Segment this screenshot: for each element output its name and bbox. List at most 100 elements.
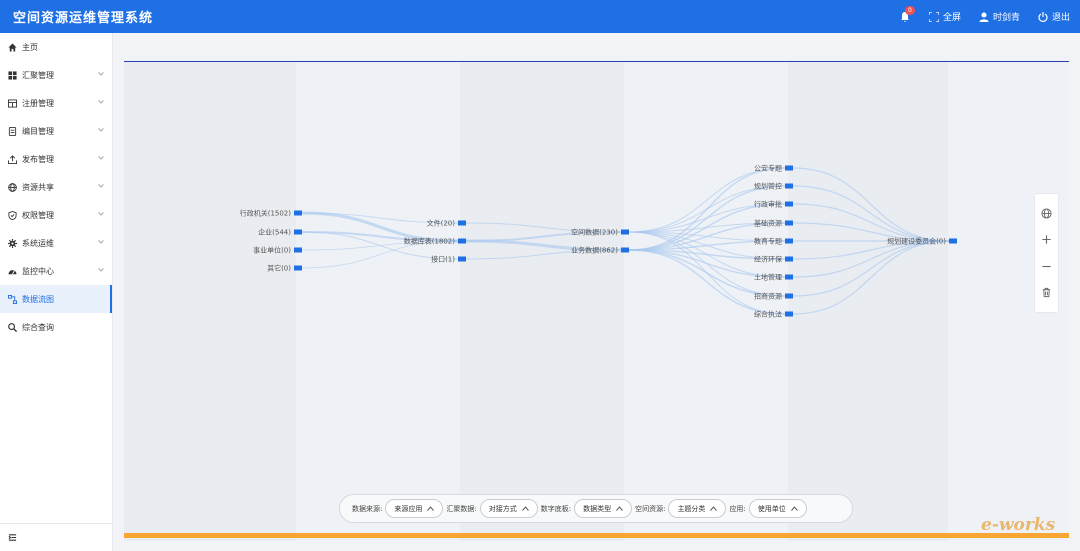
top-actions: 0 全屏 时剑青 退出: [899, 0, 1070, 33]
flow-node[interactable]: [458, 220, 466, 226]
flow-node[interactable]: [785, 256, 793, 262]
sidebar-item-label: 注册管理: [22, 98, 54, 108]
flow-node[interactable]: [785, 220, 793, 226]
flow-node-label: 公安专题: [754, 164, 782, 173]
watermark: e-works: [981, 515, 1056, 535]
flow-node[interactable]: [458, 238, 466, 244]
sidebar-item-sharing[interactable]: 资源共享: [0, 173, 112, 201]
flow-node[interactable]: [949, 238, 957, 244]
flow-node-label: 招商资源: [754, 292, 782, 301]
flow-node[interactable]: [785, 274, 793, 280]
filter-bar: 数据来源: 来源应用 汇聚数据: 对接方式 数字底板: 数据类型 空间资源: 主…: [339, 494, 853, 523]
filter-select[interactable]: 对接方式: [479, 499, 538, 518]
flow-node[interactable]: [294, 265, 302, 271]
flow-node[interactable]: [294, 210, 302, 216]
sidebar-item-label: 权限管理: [22, 210, 54, 220]
chevron-up-icon: [521, 506, 529, 511]
flow-node[interactable]: [294, 229, 302, 235]
sidebar-item-permission[interactable]: 权限管理: [0, 201, 112, 229]
chevron-up-icon: [427, 506, 435, 511]
chevron-up-icon: [710, 506, 718, 511]
grid-icon: [7, 70, 17, 80]
zoom-in-button[interactable]: [1040, 233, 1054, 247]
filter-group: 空间资源: 主题分类: [635, 499, 727, 518]
filter-select[interactable]: 数据类型: [574, 499, 633, 518]
zoom-out-icon: [1042, 265, 1051, 267]
sidebar-item-dataflow[interactable]: 数据流图: [0, 285, 112, 313]
flow-node-label: 企业(544): [258, 228, 291, 237]
user-name: 时剑青: [992, 13, 1020, 23]
monitor-icon: [7, 266, 17, 276]
delete-button[interactable]: [1040, 286, 1054, 300]
zoom-out-button[interactable]: [1040, 259, 1054, 273]
home-icon: [7, 42, 17, 52]
flow-node[interactable]: [621, 229, 629, 235]
shield-icon: [7, 210, 17, 220]
filter-select[interactable]: 来源应用: [385, 499, 444, 518]
chevron-down-icon: [98, 184, 104, 188]
globe-icon: [1041, 208, 1052, 219]
user-button[interactable]: 时剑青: [979, 10, 1020, 23]
logout-button[interactable]: 退出: [1038, 10, 1070, 23]
sidebar-item-query[interactable]: 综合查询: [0, 313, 112, 341]
logout-label: 退出: [1051, 13, 1070, 23]
upload-icon: [7, 154, 17, 164]
sidebar-item-label: 监控中心: [22, 266, 54, 276]
flow-node[interactable]: [785, 201, 793, 207]
flow-node-label: 规划管控: [754, 182, 782, 191]
flow-node-label: 教育专题: [754, 237, 782, 246]
flow-node-label: 综合执法: [754, 310, 782, 319]
flow-link: [792, 167, 950, 242]
sidebar: 主页 汇聚管理 注册管理 编目管理 发布管理 资源共享 权限管理 系统运维 监控…: [0, 33, 113, 551]
trash-icon: [1042, 288, 1051, 298]
flow-node[interactable]: [785, 293, 793, 299]
sidebar-item-publish[interactable]: 发布管理: [0, 145, 112, 173]
filter-group: 应用: 使用单位: [729, 499, 807, 518]
chevron-down-icon: [98, 156, 104, 160]
flow-node-label: 规划建设委员会(0): [887, 237, 946, 246]
zoom-in-icon: [1042, 235, 1051, 244]
flow-node[interactable]: [785, 238, 793, 244]
sidebar-item-aggregation[interactable]: 汇聚管理: [0, 61, 112, 89]
catalog-icon: [7, 126, 17, 136]
chevron-down-icon: [98, 212, 104, 216]
sidebar-item-catalog[interactable]: 编目管理: [0, 117, 112, 145]
sidebar-item-monitor[interactable]: 监控中心: [0, 257, 112, 285]
filter-value: 来源应用: [394, 504, 423, 513]
flow-node-label: 数据库表(1802): [404, 237, 456, 246]
flow-link: [792, 240, 950, 315]
flow-node-label: 接口(1): [431, 255, 455, 264]
sidebar-item-home[interactable]: 主页: [0, 33, 112, 61]
flow-link: [792, 240, 950, 278]
flow-node-label: 经济环保: [754, 255, 782, 264]
flow-node[interactable]: [785, 311, 793, 317]
sidebar-collapse-button[interactable]: [0, 523, 113, 551]
flow-node[interactable]: [458, 256, 466, 262]
globe-view-button[interactable]: [1040, 206, 1054, 220]
flow-node[interactable]: [785, 183, 793, 189]
filter-label: 数据来源:: [352, 504, 383, 513]
sidebar-item-operations[interactable]: 系统运维: [0, 229, 112, 257]
sidebar-item-label: 主页: [22, 42, 38, 52]
chevron-up-icon: [616, 506, 623, 511]
chevron-down-icon: [98, 100, 104, 104]
menu-collapse-icon: [8, 534, 17, 541]
sidebar-item-label: 编目管理: [22, 126, 54, 136]
sidebar-item-label: 发布管理: [22, 154, 54, 164]
flow-node[interactable]: [294, 247, 302, 253]
filter-select[interactable]: 主题分类: [668, 499, 727, 518]
filter-group: 数据来源: 来源应用: [352, 499, 444, 518]
fullscreen-label: 全屏: [942, 13, 961, 23]
flow-link: [792, 240, 950, 297]
flow-node[interactable]: [621, 247, 629, 253]
notification-button[interactable]: 0: [899, 5, 915, 23]
flow-node-label: 文件(20): [427, 219, 456, 228]
filter-select[interactable]: 使用单位: [748, 499, 807, 518]
fullscreen-icon: [928, 11, 939, 22]
flow-node-label: 事业单位(0): [253, 246, 291, 255]
fullscreen-button[interactable]: 全屏: [928, 10, 961, 23]
flow-node-label: 基础资源: [754, 219, 782, 228]
flow-node[interactable]: [785, 165, 793, 171]
sidebar-item-registration[interactable]: 注册管理: [0, 89, 112, 117]
chevron-down-icon: [98, 268, 104, 272]
